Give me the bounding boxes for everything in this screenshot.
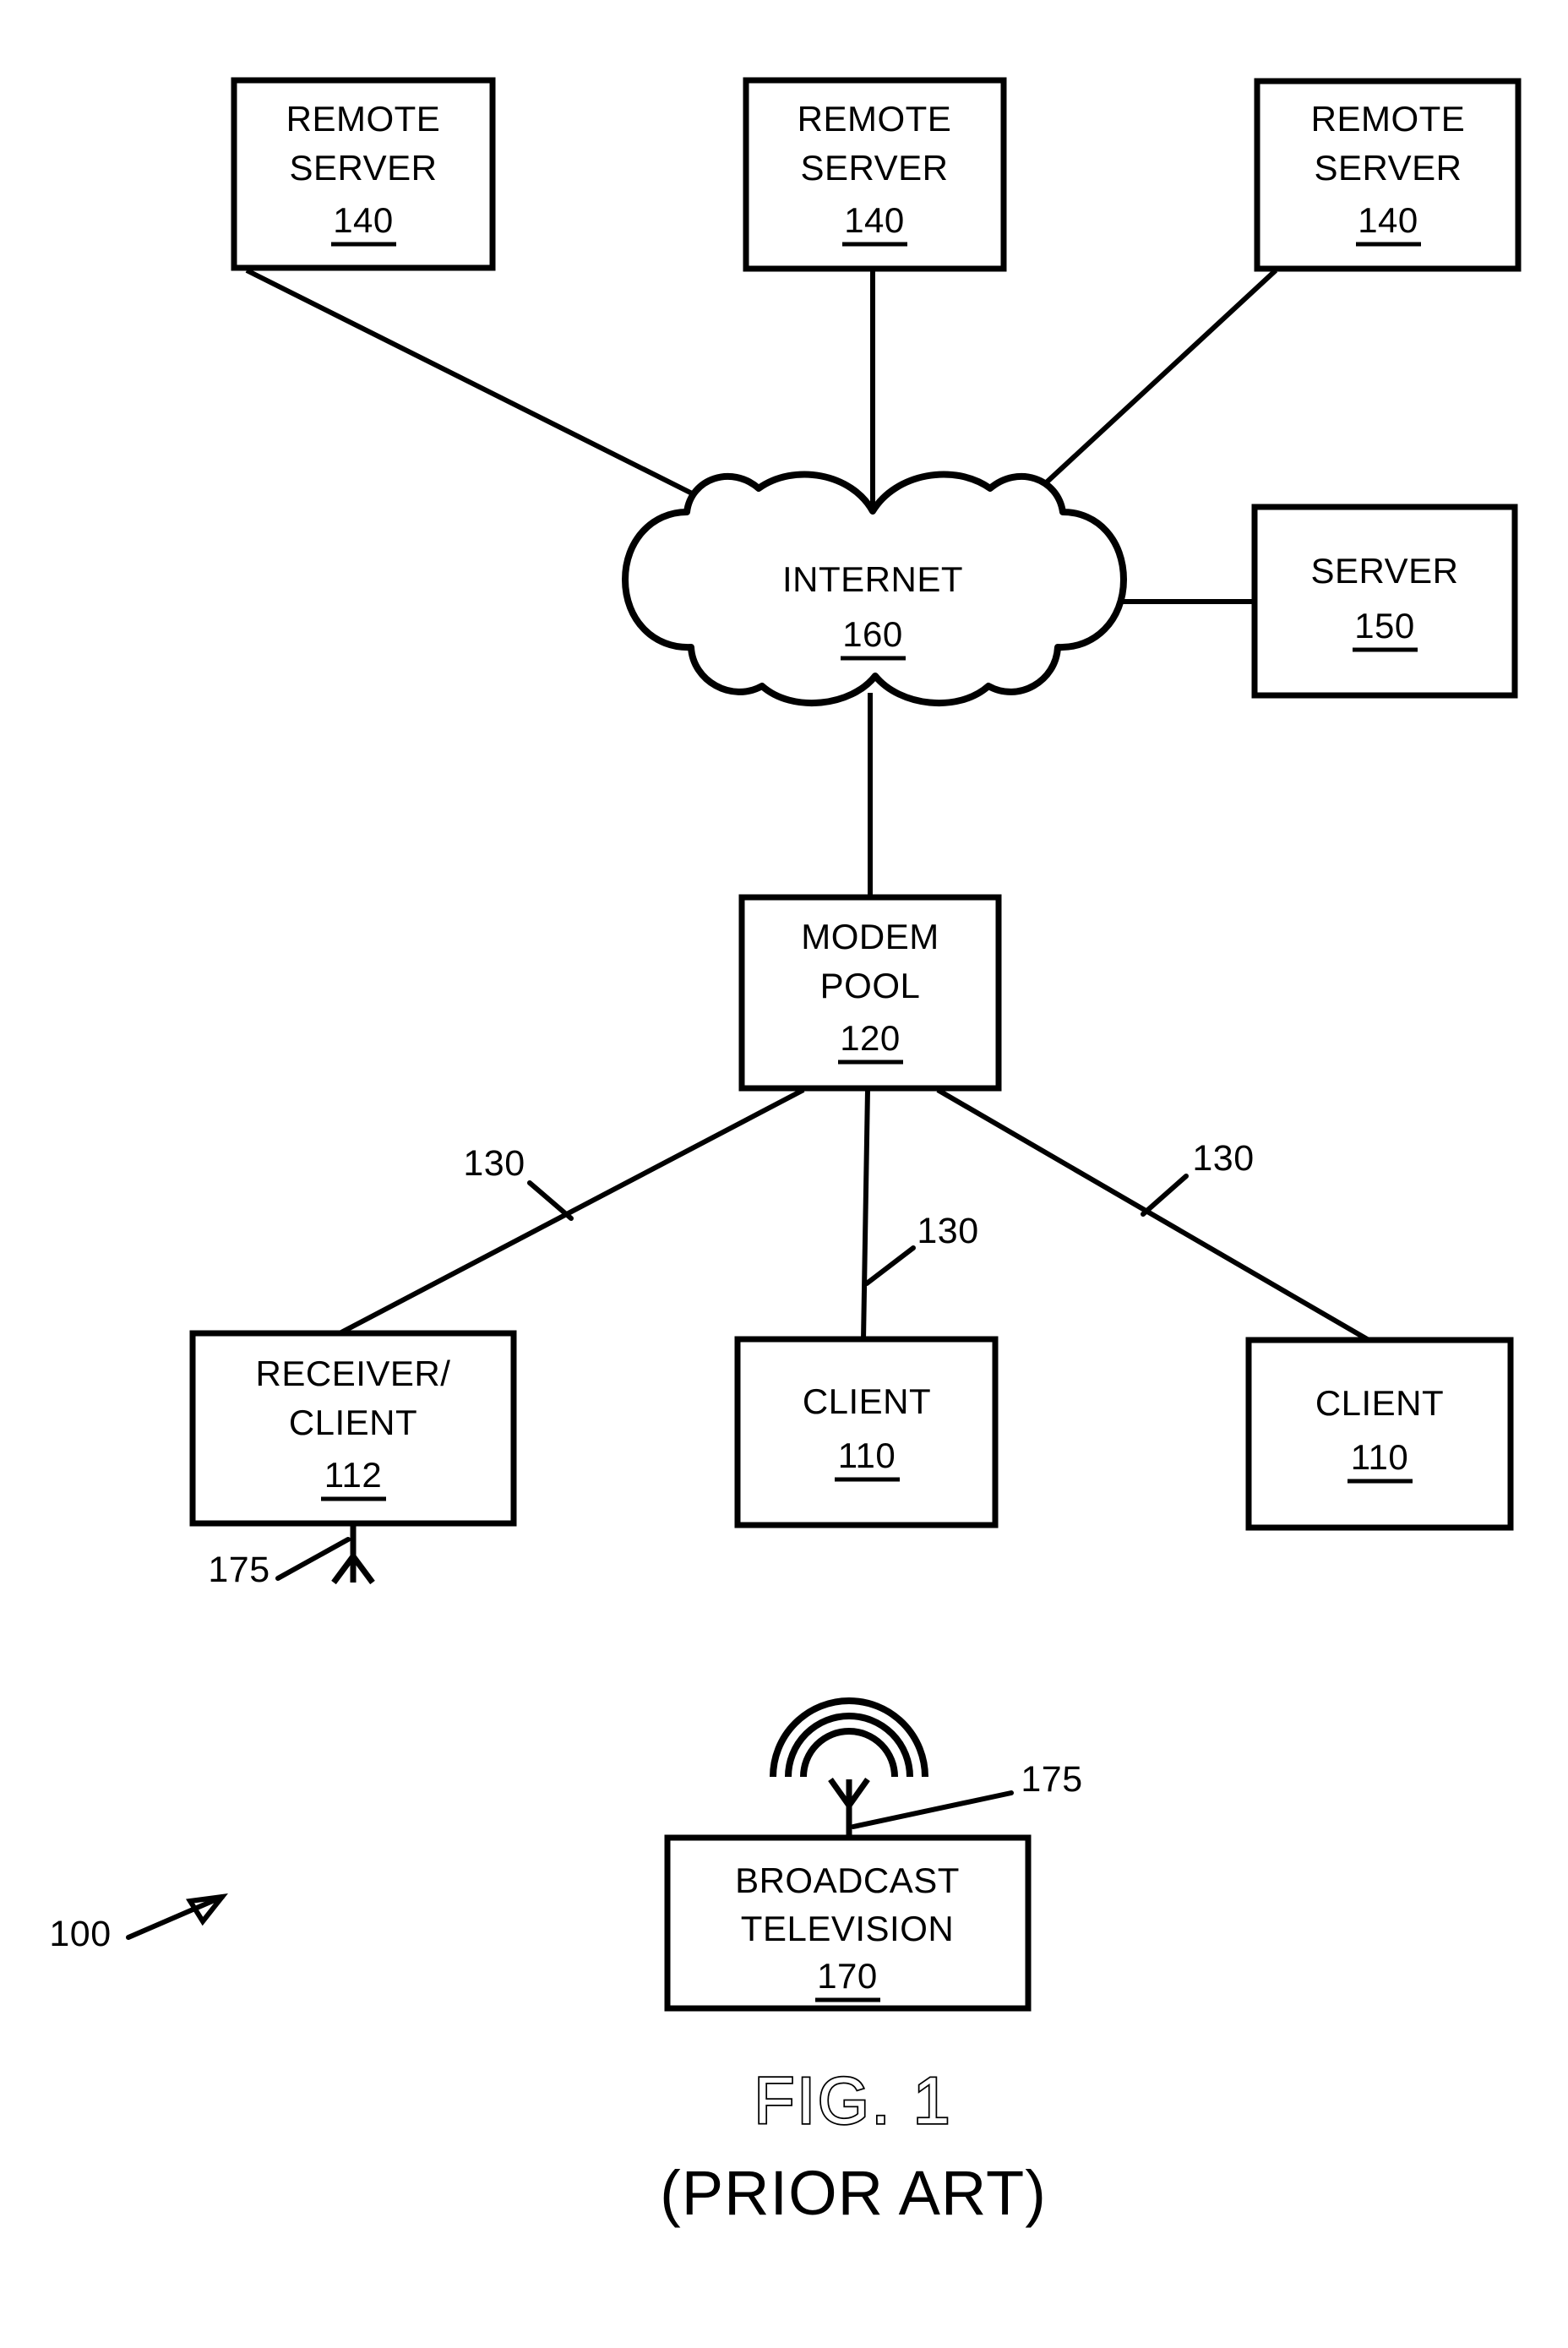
internet-cloud-node: INTERNET 160 (622, 471, 1127, 706)
remote-server-left-node[interactable]: REMOTE SERVER 140 (231, 77, 496, 271)
receiver-client-line2: CLIENT (289, 1403, 417, 1442)
receiver-antenna-callout-label: 175 (208, 1550, 270, 1590)
client-center-node[interactable]: CLIENT 110 (734, 1336, 999, 1528)
broadcast-wave-arc-inner (800, 1728, 898, 1778)
modem-pool-line1: MODEM (801, 917, 939, 956)
system-reference-arrow-head (185, 1893, 228, 1926)
link-callout-right-label: 130 (1192, 1138, 1254, 1179)
receiver-antenna-group: 175 (208, 1523, 375, 1590)
link-callout-center-leader (864, 1245, 916, 1286)
receiver-client-line1: RECEIVER/ (256, 1354, 451, 1393)
internet-ref-number: 160 (842, 614, 903, 654)
link-callout-left: 130 (463, 1143, 574, 1221)
network-architecture-diagram: INTERNET 160 REMOTE SERVER 140 REMOTE SE… (49, 77, 1522, 2228)
remote-server-right-line2: SERVER (1315, 148, 1462, 188)
link-callout-left-leader (527, 1180, 574, 1221)
broadcast-wave-arc-outer (770, 1697, 928, 1778)
remote-server-left-ref: 140 (333, 200, 394, 240)
remote-server-center-node[interactable]: REMOTE SERVER 140 (743, 77, 1007, 272)
link-callout-center: 130 (864, 1211, 978, 1286)
modem-pool-ref: 120 (840, 1018, 901, 1058)
figure-title: FIG. 1 (754, 2063, 953, 2138)
system-reference-callout: 100 (49, 1893, 228, 1954)
connector-lines (245, 268, 1370, 1343)
system-reference-label: 100 (49, 1914, 111, 1954)
broadcast-television-line2: TELEVISION (741, 1909, 954, 1948)
client-center-ref: 110 (838, 1435, 896, 1475)
client-right-label: CLIENT (1315, 1383, 1444, 1423)
modem-pool-line2: POOL (820, 966, 921, 1005)
server-ref: 150 (1354, 606, 1415, 646)
link-callout-right-leader (1141, 1174, 1189, 1217)
remote-server-center-ref: 140 (844, 200, 905, 240)
client-right-ref: 110 (1351, 1437, 1408, 1477)
broadcast-antenna-callout-leader (851, 1790, 1014, 1829)
broadcast-television-line1: BROADCAST (735, 1860, 960, 1900)
client-right-box[interactable] (1245, 1337, 1514, 1531)
broadcast-television-ref: 170 (817, 1956, 878, 1996)
link-modem-pool-to-receiver-client (338, 1087, 805, 1336)
client-center-label: CLIENT (803, 1381, 931, 1421)
client-right-node[interactable]: CLIENT 110 (1245, 1337, 1514, 1531)
server-node[interactable]: SERVER 150 (1251, 504, 1518, 699)
figure-subtitle: (PRIOR ART) (660, 2158, 1047, 2228)
modem-pool-node[interactable]: MODEM POOL 120 (738, 894, 1002, 1092)
client-center-box[interactable] (734, 1336, 999, 1528)
remote-server-left-line2: SERVER (290, 148, 438, 188)
link-modem-pool-to-client-right (936, 1087, 1370, 1343)
patent-figure-page: INTERNET 160 REMOTE SERVER 140 REMOTE SE… (0, 0, 1568, 2348)
link-remote-server-right-to-internet (1015, 268, 1278, 511)
link-callout-left-label: 130 (463, 1143, 525, 1184)
remote-server-right-ref: 140 (1358, 200, 1418, 240)
link-modem-pool-to-client-center (861, 1089, 870, 1341)
remote-server-center-line1: REMOTE (798, 99, 952, 139)
link-remote-server-left-to-internet (245, 268, 724, 511)
broadcast-antenna-group: 175 (770, 1697, 1082, 1839)
link-callout-center-label: 130 (917, 1211, 978, 1251)
internet-label: INTERNET (782, 559, 963, 599)
remote-server-left-line1: REMOTE (286, 99, 441, 139)
figure-caption: FIG. 1 (PRIOR ART) (660, 2062, 1047, 2228)
server-box[interactable] (1251, 504, 1518, 699)
broadcast-television-node[interactable]: BROADCAST TELEVISION 170 (664, 1834, 1032, 2012)
server-label: SERVER (1311, 551, 1459, 591)
receiver-client-node[interactable]: RECEIVER/ CLIENT 112 (189, 1330, 517, 1527)
receiver-client-ref: 112 (324, 1455, 382, 1495)
broadcast-antenna-callout-label: 175 (1021, 1759, 1082, 1800)
remote-server-right-node[interactable]: REMOTE SERVER 140 (1254, 78, 1522, 272)
link-callout-right: 130 (1141, 1138, 1254, 1217)
remote-server-center-line2: SERVER (801, 148, 949, 188)
remote-server-right-line1: REMOTE (1311, 99, 1466, 139)
